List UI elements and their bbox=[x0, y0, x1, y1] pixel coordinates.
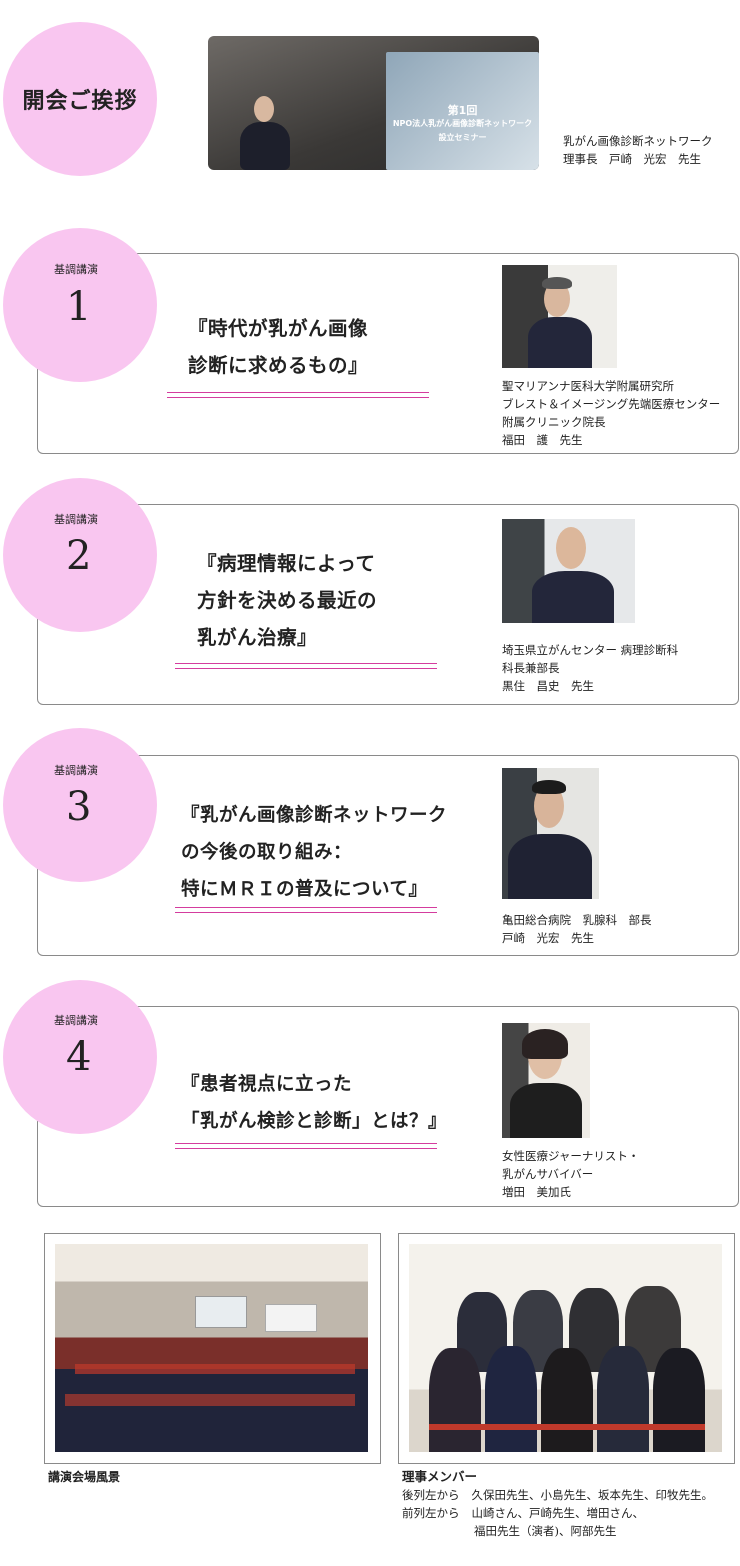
speaker-3-line1: 亀田総合病院 乳腺科 部長 bbox=[502, 913, 652, 927]
talk-title-3-line1: 『乳がん画像診断ネットワーク bbox=[181, 805, 448, 826]
opening-caption: 乳がん画像診断ネットワーク 理事長 戸崎 光宏 先生 bbox=[563, 132, 713, 168]
members-caption: 理事メンバー 後列左から 久保田先生、小島先生、坂本先生、印牧先生。 前列左から… bbox=[402, 1468, 713, 1540]
speaker-photo-3 bbox=[502, 768, 599, 899]
talk-title-2-line2: 方針を決める最近の bbox=[197, 589, 378, 612]
talk-underline-1 bbox=[167, 392, 429, 398]
speaker-caption-1: 聖マリアンナ医科大学附属研究所 ブレスト＆イメージング先端医療センター 附属クリ… bbox=[502, 377, 720, 449]
talk-title-2: 『病理情報によって 方針を決める最近の 乳がん治療』 bbox=[197, 545, 377, 656]
talk-label-2: 基調講演 bbox=[54, 513, 98, 526]
opening-caption-line1: 乳がん画像診断ネットワーク bbox=[563, 134, 713, 148]
members-front-label: 前列左から bbox=[402, 1506, 460, 1520]
projection-screen: 第1回 NPO法人乳がん画像診断ネットワーク 設立セミナー bbox=[386, 52, 539, 170]
slide-line1: 第1回 bbox=[447, 104, 478, 117]
speaker-4-line2: 乳がんサバイバー bbox=[502, 1167, 594, 1181]
talk-number-2: 2 bbox=[66, 533, 92, 579]
talk-title-2-line3: 乳がん治療』 bbox=[197, 626, 318, 649]
talk-title-2-line1: 『病理情報によって bbox=[197, 552, 376, 575]
talk-underline-3 bbox=[175, 907, 437, 913]
talk-label-1: 基調講演 bbox=[54, 263, 98, 276]
speaker-caption-3: 亀田総合病院 乳腺科 部長 戸崎 光宏 先生 bbox=[502, 911, 652, 947]
slide-line3: 設立セミナー bbox=[438, 133, 487, 142]
members-photo-frame bbox=[398, 1233, 735, 1464]
members-front-row: 前列左から 山崎さん、戸崎先生、増田さん、 bbox=[402, 1504, 713, 1522]
speaker-1-line2: ブレスト＆イメージング先端医療センター bbox=[502, 397, 721, 411]
talk-title-3-line2: の今後の取り組み： bbox=[181, 842, 353, 863]
talk-number-3: 3 bbox=[66, 784, 92, 830]
speaker-1-line4: 福田 護 先生 bbox=[502, 433, 583, 447]
slide-line2: NPO法人乳がん画像診断ネットワーク bbox=[392, 119, 533, 128]
venue-photo bbox=[55, 1244, 368, 1452]
talk-title-3-line3: 特にＭＲＩの普及について』 bbox=[181, 879, 428, 900]
speaker-caption-4: 女性医療ジャーナリスト・ 乳がんサバイバー 増田 美加氏 bbox=[502, 1147, 639, 1201]
members-front-names2: 福田先生（演者)、阿部先生 bbox=[474, 1524, 617, 1538]
talk-number-4: 4 bbox=[66, 1034, 92, 1080]
opening-caption-line2: 理事長 戸崎 光宏 先生 bbox=[563, 152, 701, 166]
opening-photo: 第1回 NPO法人乳がん画像診断ネットワーク 設立セミナー bbox=[208, 36, 539, 170]
talk-number-1: 1 bbox=[66, 284, 92, 330]
members-caption-title: 理事メンバー bbox=[402, 1469, 478, 1484]
speaker-3-line2: 戸崎 光宏 先生 bbox=[502, 931, 594, 945]
speaker-2-line3: 黒住 昌史 先生 bbox=[502, 679, 594, 693]
speaker-2-line2: 科長兼部長 bbox=[502, 661, 560, 675]
talk-title-3: 『乳がん画像診断ネットワーク の今後の取り組み： 特にＭＲＩの普及について』 bbox=[181, 797, 447, 908]
opening-title: 開会ご挨拶 bbox=[22, 88, 138, 114]
speaker-1-line1: 聖マリアンナ医科大学附属研究所 bbox=[502, 379, 675, 393]
members-back-row: 後列左から 久保田先生、小島先生、坂本先生、印牧先生。 bbox=[402, 1486, 713, 1504]
talk-label-3: 基調講演 bbox=[54, 764, 98, 777]
members-photo bbox=[409, 1244, 722, 1452]
speaker-4-line3: 増田 美加氏 bbox=[502, 1185, 571, 1199]
speaker-photo-2 bbox=[502, 519, 635, 623]
speaker-caption-2: 埼玉県立がんセンター 病理診断科 科長兼部長 黒住 昌史 先生 bbox=[502, 641, 678, 695]
venue-caption: 講演会場風景 bbox=[48, 1470, 121, 1484]
talk-title-4-line2: 「乳がん検診と診断」とは？』 bbox=[181, 1111, 448, 1132]
speaker-photo-4 bbox=[502, 1023, 590, 1138]
members-back-label: 後列左から bbox=[402, 1488, 460, 1502]
talk-underline-4 bbox=[175, 1143, 437, 1149]
talk-underline-2 bbox=[175, 663, 437, 669]
speaker-photo-1 bbox=[502, 265, 617, 368]
talk-title-1-line1: 『時代が乳がん画像 bbox=[188, 317, 369, 340]
opening-circle: 開会ご挨拶 bbox=[3, 22, 157, 176]
talk-title-1: 『時代が乳がん画像 診断に求めるもの』 bbox=[188, 310, 368, 384]
speaker-1-line3: 附属クリニック院長 bbox=[502, 415, 606, 429]
talk-title-4-line1: 『患者視点に立った bbox=[181, 1074, 353, 1095]
members-front-names1: 山崎さん、戸崎先生、増田さん、 bbox=[471, 1506, 645, 1520]
talk-label-4: 基調講演 bbox=[54, 1014, 98, 1027]
speaker-4-line1: 女性医療ジャーナリスト・ bbox=[502, 1149, 640, 1163]
venue-photo-frame bbox=[44, 1233, 381, 1464]
talk-title-1-line2: 診断に求めるもの』 bbox=[188, 354, 369, 377]
speaker-2-line1: 埼玉県立がんセンター 病理診断科 bbox=[502, 643, 679, 657]
members-back-names: 久保田先生、小島先生、坂本先生、印牧先生。 bbox=[471, 1488, 714, 1502]
talk-title-4: 『患者視点に立った 「乳がん検診と診断」とは？』 bbox=[181, 1066, 447, 1140]
